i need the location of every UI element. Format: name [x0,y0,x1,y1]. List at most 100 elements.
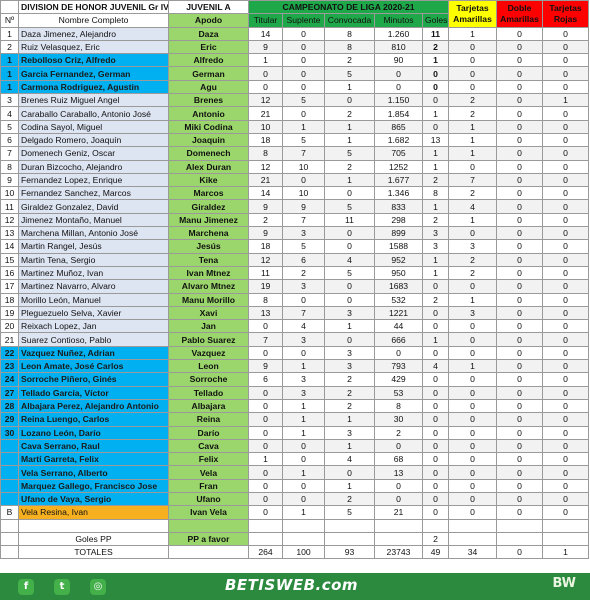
totals-label: TOTALES [18,545,169,560]
stat-goles: 2 [421,172,450,188]
player-number: 14 [0,239,19,254]
player-number: 24 [0,372,19,387]
stat-goles: 1 [421,159,450,174]
stat-convocada: 2 [324,491,375,507]
stat-doble-amarillas: 0 [496,332,544,347]
stat-suplente: 1 [282,425,325,440]
stat-tarjetas-rojas: 0 [542,505,590,520]
stat-suplente: 1 [282,412,325,427]
player-row: 1 Daza Jimenez, Alejandro Daza 14 0 8 1.260 11 1… [0,26,590,41]
stat-tarjetas-amarillas: 7 [448,172,498,188]
player-name: Reina Luengo, Carlos [18,412,169,427]
stat-tarjetas-amarillas: 0 [448,39,498,55]
stat-suplente: 3 [282,385,325,400]
player-name: Pleguezuelo Selva, Xavier [18,305,169,321]
stat-minutos: 1.150 [374,93,423,108]
stat-tarjetas-rojas: 0 [542,398,590,414]
player-number: 5 [0,119,19,134]
player-number: 17 [0,279,19,294]
stat-tarjetas-rojas: 0 [542,186,590,201]
sheet-title: DIVISION DE HONOR JUVENIL Gr IV [18,0,169,15]
player-row: 29 Reina Luengo, Carlos Reina 0 1 1 30 0 0 0 0 [0,412,590,427]
player-row: 6 Delgado Romero, Joaquín Joaquin 18 5 1 1.682… [0,132,590,148]
stat-titular: 9 [248,359,283,374]
stat-tarjetas-rojas: 0 [542,385,590,400]
goles-pp-value: 2 [421,531,450,547]
stat-suplente: 5 [282,132,325,148]
player-apodo: Miki Codina [168,119,249,134]
stat-minutos: 298 [374,212,423,228]
player-name: Morillo León, Manuel [18,292,169,307]
stat-convocada: 0 [324,226,375,241]
stat-tarjetas-amarillas: 0 [448,66,498,81]
player-row: 30 Lozano León, Darío Darío 0 1 3 2 0 0 0 0 [0,425,590,440]
stat-suplente: 5 [282,239,325,254]
player-name: Daza Jimenez, Alejandro [18,26,169,41]
player-row: 11 Giraldez Gonzalez, David Giraldez 9 9 5 833… [0,199,590,214]
stat-titular: 0 [248,425,283,440]
stat-suplente: 0 [282,491,325,507]
stat-suplente: 3 [282,332,325,347]
stat-minutos: 0 [374,345,423,361]
stat-suplente: 0 [282,292,325,307]
stat-doble-amarillas: 0 [496,226,544,241]
twitter-icon[interactable]: t [54,579,70,595]
stat-tarjetas-rojas: 0 [542,305,590,321]
stat-titular: 21 [248,172,283,188]
player-row: 1 Garcia Fernandez, German German 0 0 5 0 0 0 0 0 [0,66,590,81]
instagram-icon[interactable]: ◎ [90,579,106,595]
stat-minutos: 865 [374,119,423,134]
stat-suplente: 0 [282,66,325,81]
totals-row: TOTALES 264 100 93 23743 49 34 0 1 [0,545,590,560]
player-row: Cava Serrano, Raul Cava 0 0 1 0 0 0 0 0 [0,438,590,454]
stat-doble-amarillas: 0 [496,66,544,81]
stat-tarjetas-amarillas: 1 [448,212,498,228]
pp-a-favor-label: PP a favor [168,531,249,547]
stat-minutos: 8 [374,398,423,414]
player-name: Fernandez Lopez, Enrique [18,172,169,188]
player-name: Caraballo Caraballo, Antonio José [18,106,169,121]
stat-goles: 2 [421,39,450,55]
team-title: JUVENIL A [168,0,249,15]
stat-tarjetas-amarillas: 2 [448,186,498,201]
stat-titular: 10 [248,119,283,134]
player-row: 5 Codina Sayol, Miguel Miki Codina 10 1 1 865 0… [0,119,590,134]
stat-suplente: 9 [282,199,325,214]
stat-doble-amarillas: 0 [496,252,544,267]
stat-minutos: 0 [374,79,423,95]
stat-titular: 1 [248,53,283,68]
stat-tarjetas-rojas: 0 [542,452,590,467]
bw-logo: BW [552,576,576,591]
stat-minutos: 90 [374,53,423,68]
stat-minutos: 0 [374,438,423,454]
stat-doble-amarillas: 0 [496,345,544,361]
stat-doble-amarillas: 0 [496,199,544,214]
total-value: 93 [324,545,375,560]
player-apodo: Domenech [168,146,249,161]
stat-doble-amarillas: 0 [496,398,544,414]
player-row: 2 Ruiz Velasquez, Eric Eric 9 0 8 810 2 0 0 0 [0,39,590,55]
stat-suplente: 0 [282,106,325,121]
stat-tarjetas-amarillas: 0 [448,385,498,400]
stat-tarjetas-amarillas: 1 [448,26,498,41]
stat-tarjetas-amarillas: 2 [448,106,498,121]
player-name: Martinez Navarro, Alvaro [18,279,169,294]
player-number: 1 [0,26,19,41]
stat-tarjetas-amarillas: 1 [448,359,498,374]
player-apodo: Giraldez [168,199,249,214]
stat-minutos: 44 [374,319,423,334]
player-number: 16 [0,265,19,281]
stat-titular: 12 [248,252,283,267]
facebook-icon[interactable]: f [18,579,34,595]
stat-doble-amarillas: 0 [496,39,544,55]
stat-convocada: 0 [324,332,375,347]
goles-pp-row: Goles PP PP a favor 2 [0,531,590,547]
stat-tarjetas-rojas: 0 [542,159,590,174]
stat-tarjetas-amarillas: 0 [448,345,498,361]
stat-goles: 0 [421,412,450,427]
stat-minutos: 1.346 [374,186,423,201]
stat-minutos: 0 [374,478,423,493]
stat-tarjetas-amarillas: 2 [448,252,498,267]
stat-goles: 1 [421,199,450,214]
stat-tarjetas-rojas: 0 [542,239,590,254]
